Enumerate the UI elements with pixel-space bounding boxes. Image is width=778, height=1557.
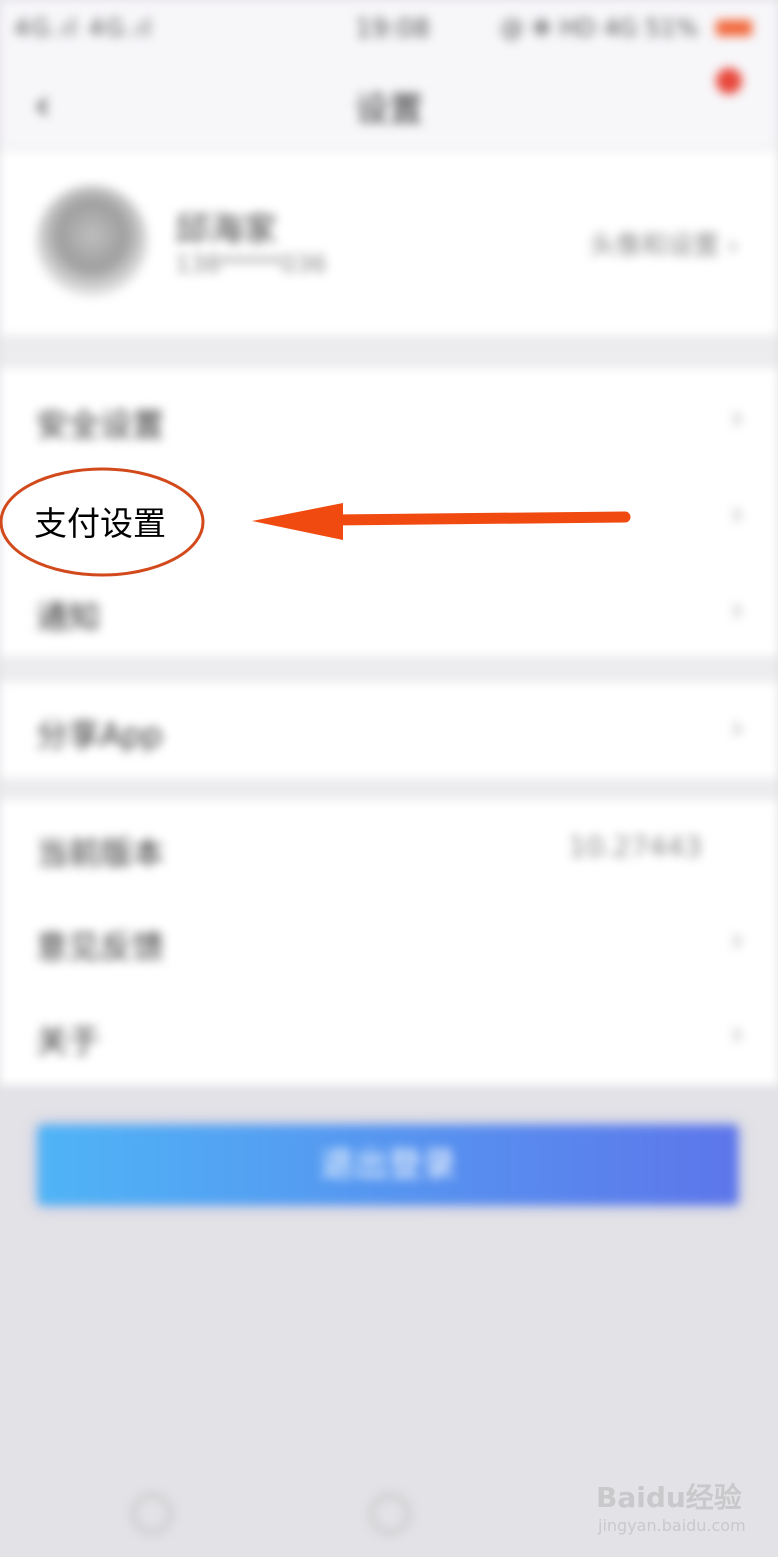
pointer-arrow-head	[252, 503, 343, 540]
watermark-logo: Baidu经验	[596, 1481, 742, 1514]
highlight-ellipse	[0, 467, 205, 577]
annotation-overlay	[0, 467, 631, 577]
watermark: Baidu经验 jingyan.baidu.com	[596, 1476, 746, 1540]
pointer-arrow-shaft	[324, 511, 631, 526]
watermark-url: jingyan.baidu.com	[598, 1516, 746, 1535]
